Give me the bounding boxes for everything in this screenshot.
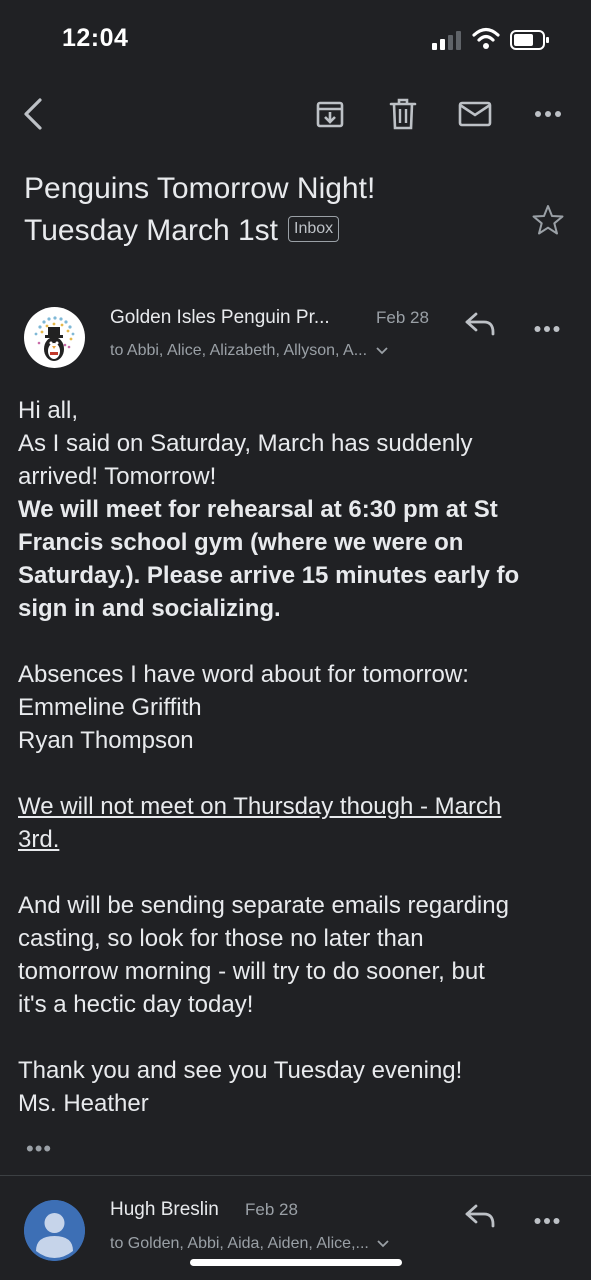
body-line: As I said on Saturday, March has suddenl… (18, 430, 473, 457)
body-line: And will be sending separate emails rega… (18, 892, 509, 919)
person-icon (24, 1200, 85, 1261)
body-line: Ms. Heather (18, 1090, 149, 1117)
more-horizontal-icon (535, 111, 561, 117)
recipients-list: to Abbi, Alice, Alizabeth, Allyson, A... (110, 342, 368, 359)
body-bold-line: Saturday.). Please arrive 15 minutes ear… (18, 562, 520, 589)
chevron-down-icon (375, 347, 388, 355)
body-line: tomorrow morning - will try to do sooner… (18, 958, 485, 985)
back-arrow-icon (24, 98, 42, 130)
reply-to-reply-button[interactable] (464, 1202, 500, 1234)
reply-icon (465, 312, 495, 336)
body-line: it's a hectic day today! (18, 991, 254, 1018)
body-line: Absences I have word about for tomorrow: (18, 661, 469, 688)
reply-sender-avatar[interactable] (24, 1200, 85, 1261)
trash-icon (389, 98, 417, 130)
email-subject: Penguins Tomorrow Night! Tuesday March 1… (24, 168, 524, 252)
reply-more-button[interactable] (534, 1212, 562, 1224)
reply-recipients-toggle[interactable]: to Golden, Abbi, Aida, Aiden, Alice,... (110, 1235, 389, 1253)
more-options-button[interactable] (530, 96, 566, 132)
recipients-toggle[interactable]: to Abbi, Alice, Alizabeth, Allyson, A... (110, 342, 388, 360)
message-more-button[interactable] (534, 320, 562, 332)
message-divider (0, 1175, 591, 1176)
wifi-icon (472, 27, 500, 49)
body-line: casting, so look for those no later than (18, 925, 424, 952)
penguin-logo-icon (24, 307, 85, 368)
body-line: Emmeline Griffith (18, 694, 202, 721)
show-trimmed-content-button[interactable]: ••• (26, 1136, 52, 1162)
body-line: Thank you and see you Tuesday evening! (18, 1057, 463, 1084)
subject-line-2-text: Tuesday March 1st (24, 214, 278, 247)
reply-icon (465, 1204, 495, 1228)
cellular-signal-icon (432, 31, 461, 50)
reply-date: Feb 28 (245, 1200, 298, 1219)
body-line: Hi all, (18, 397, 79, 424)
body-underlined-line: We will not meet on Thursday though - Ma… (18, 793, 502, 820)
sender-avatar[interactable] (24, 307, 85, 368)
body-line: Ryan Thompson (18, 727, 194, 754)
inbox-label-badge[interactable]: Inbox (288, 216, 340, 243)
delete-button[interactable] (385, 96, 421, 132)
subject-line-1: Penguins Tomorrow Night! (24, 172, 376, 205)
back-button[interactable] (16, 96, 52, 132)
battery-icon (510, 30, 549, 50)
star-icon[interactable] (531, 203, 565, 237)
reply-sender-name: Hugh Breslin (110, 1199, 219, 1220)
mark-unread-button[interactable] (457, 96, 493, 132)
body-bold-line: We will meet for rehearsal at 6:30 pm at… (18, 496, 498, 523)
body-bold-line: Francis school gym (where we were on (18, 529, 464, 556)
message-date: Feb 28 (376, 308, 429, 327)
reply-recipients-list: to Golden, Abbi, Aida, Aiden, Alice,... (110, 1235, 369, 1252)
subject-line-2: Tuesday March 1st Inbox (24, 210, 524, 252)
archive-icon (316, 101, 344, 128)
body-line: arrived! Tomorrow! (18, 463, 217, 490)
status-time: 12:04 (62, 24, 129, 52)
reply-button[interactable] (464, 310, 500, 342)
body-underlined-line: 3rd. (18, 826, 60, 853)
mail-icon (458, 101, 492, 127)
chevron-down-icon (377, 1240, 389, 1248)
archive-button[interactable] (312, 96, 348, 132)
home-indicator[interactable] (190, 1259, 402, 1266)
more-horizontal-icon (534, 1218, 560, 1224)
message-body: Hi all, As I said on Saturday, March has… (18, 394, 588, 1120)
body-bold-line: sign in and socializing. (18, 595, 281, 622)
more-horizontal-icon (534, 326, 560, 332)
sender-name: Golden Isles Penguin Pr... (110, 307, 330, 328)
